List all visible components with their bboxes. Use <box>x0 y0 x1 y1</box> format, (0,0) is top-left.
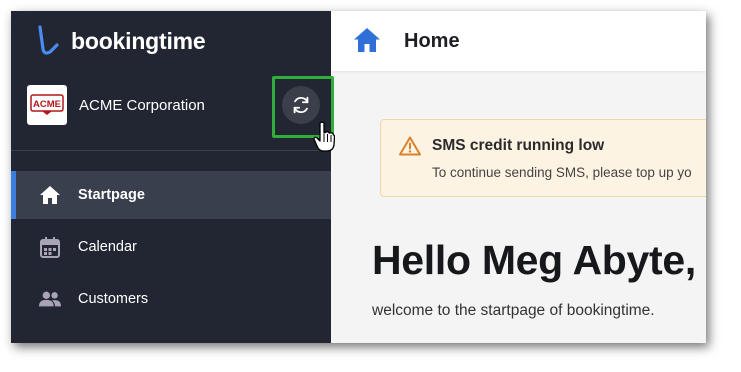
company-logo: ACME <box>27 85 67 125</box>
bookingtime-logo-icon <box>38 25 59 55</box>
alert-title: SMS credit running low <box>432 137 605 154</box>
brand-name: bookingtime <box>71 27 206 54</box>
top-bar: Home <box>331 11 706 71</box>
sidebar-item-label: Startpage <box>78 187 145 203</box>
sidebar-item-customers[interactable]: Customers <box>11 275 331 323</box>
warning-icon <box>399 136 421 156</box>
home-icon <box>354 28 380 52</box>
sidebar-item-calendar[interactable]: Calendar <box>11 223 331 271</box>
company-switcher[interactable]: ACME ACME Corporation <box>27 85 205 125</box>
acme-logo-icon: ACME <box>30 94 64 115</box>
sidebar-item-label: Calendar <box>78 239 137 255</box>
sidebar-item-label: Customers <box>78 291 149 307</box>
hand-cursor-icon <box>313 121 335 152</box>
alert-text: To continue sending SMS, please top up y… <box>432 165 692 180</box>
greeting-heading: Hello Meg Abyte, <box>372 237 697 283</box>
people-icon <box>39 288 61 310</box>
sidebar-divider <box>11 150 331 151</box>
sidebar: bookingtime ACME ACME Corporation Startp… <box>11 11 335 343</box>
app-window: bookingtime ACME ACME Corporation Startp… <box>11 11 706 343</box>
brand-logo[interactable]: bookingtime <box>35 25 206 57</box>
sidebar-item-startpage[interactable]: Startpage <box>11 171 331 219</box>
home-icon <box>39 184 61 206</box>
refresh-icon <box>293 96 309 114</box>
page-title: Home <box>404 29 460 52</box>
calendar-icon <box>39 236 61 258</box>
switch-account-button[interactable] <box>282 86 320 124</box>
company-name: ACME Corporation <box>79 96 205 114</box>
welcome-text: welcome to the startpage of bookingtime. <box>372 302 655 319</box>
acme-logo-text: ACME <box>33 99 61 110</box>
sms-credit-alert: SMS credit running low To continue sendi… <box>380 119 706 197</box>
